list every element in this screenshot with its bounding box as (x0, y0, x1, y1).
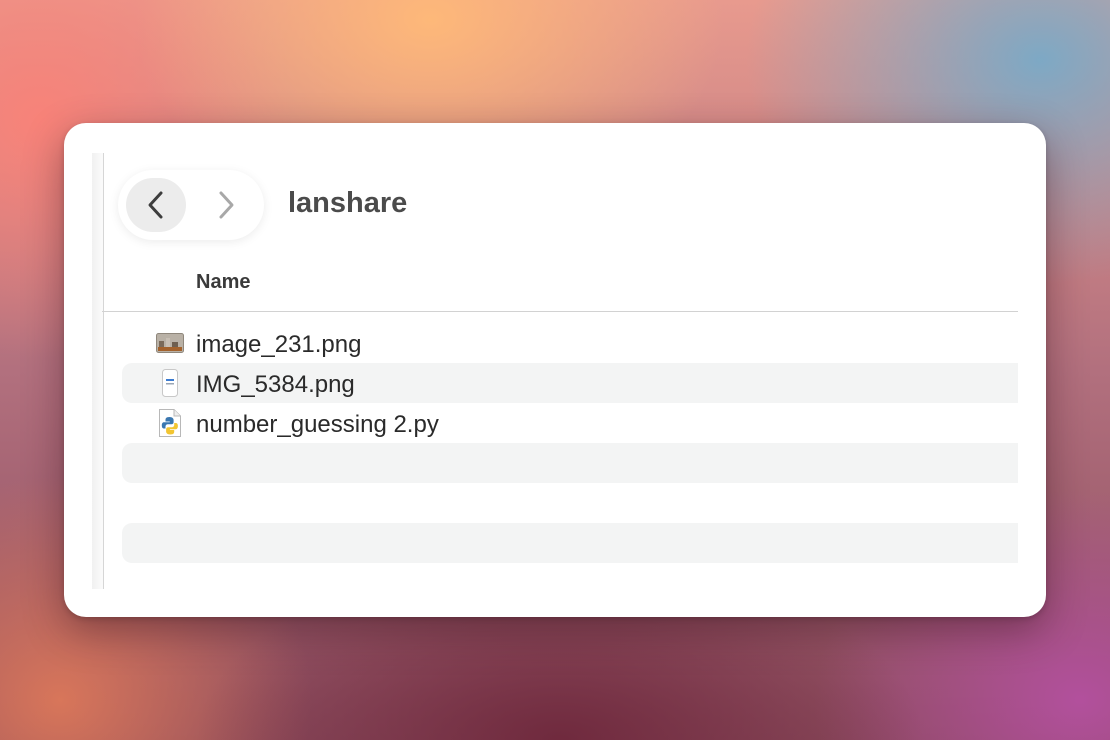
empty-row (122, 523, 1018, 563)
file-row-img-5384[interactable]: IMG_5384.png (122, 363, 1018, 403)
empty-row (122, 483, 1018, 523)
file-row-image-231[interactable]: image_231.png (122, 323, 1018, 363)
back-button[interactable] (126, 178, 186, 232)
header-divider (102, 311, 1018, 312)
file-name: IMG_5384.png (196, 371, 355, 398)
window-content: lanshare Name image_231.png IMG_5384.png… (92, 153, 1018, 589)
file-row-number-guessing[interactable]: number_guessing 2.py (122, 403, 1018, 443)
navigation-group (118, 170, 264, 240)
sidebar-edge[interactable] (92, 153, 104, 589)
empty-row (122, 443, 1018, 483)
phone-screenshot-thumbnail-icon (156, 369, 184, 397)
chevron-left-icon (148, 191, 163, 219)
file-list: image_231.png IMG_5384.png number_guessi… (122, 323, 1018, 563)
finder-window: lanshare Name image_231.png IMG_5384.png… (64, 123, 1046, 617)
chevron-right-icon (219, 191, 234, 219)
column-header-name[interactable]: Name (196, 271, 250, 294)
image-thumbnail-icon (156, 329, 184, 357)
python-file-icon (156, 409, 184, 437)
folder-title: lanshare (288, 187, 408, 219)
file-name: number_guessing 2.py (196, 411, 439, 438)
forward-button[interactable] (196, 178, 256, 232)
file-name: image_231.png (196, 331, 362, 358)
